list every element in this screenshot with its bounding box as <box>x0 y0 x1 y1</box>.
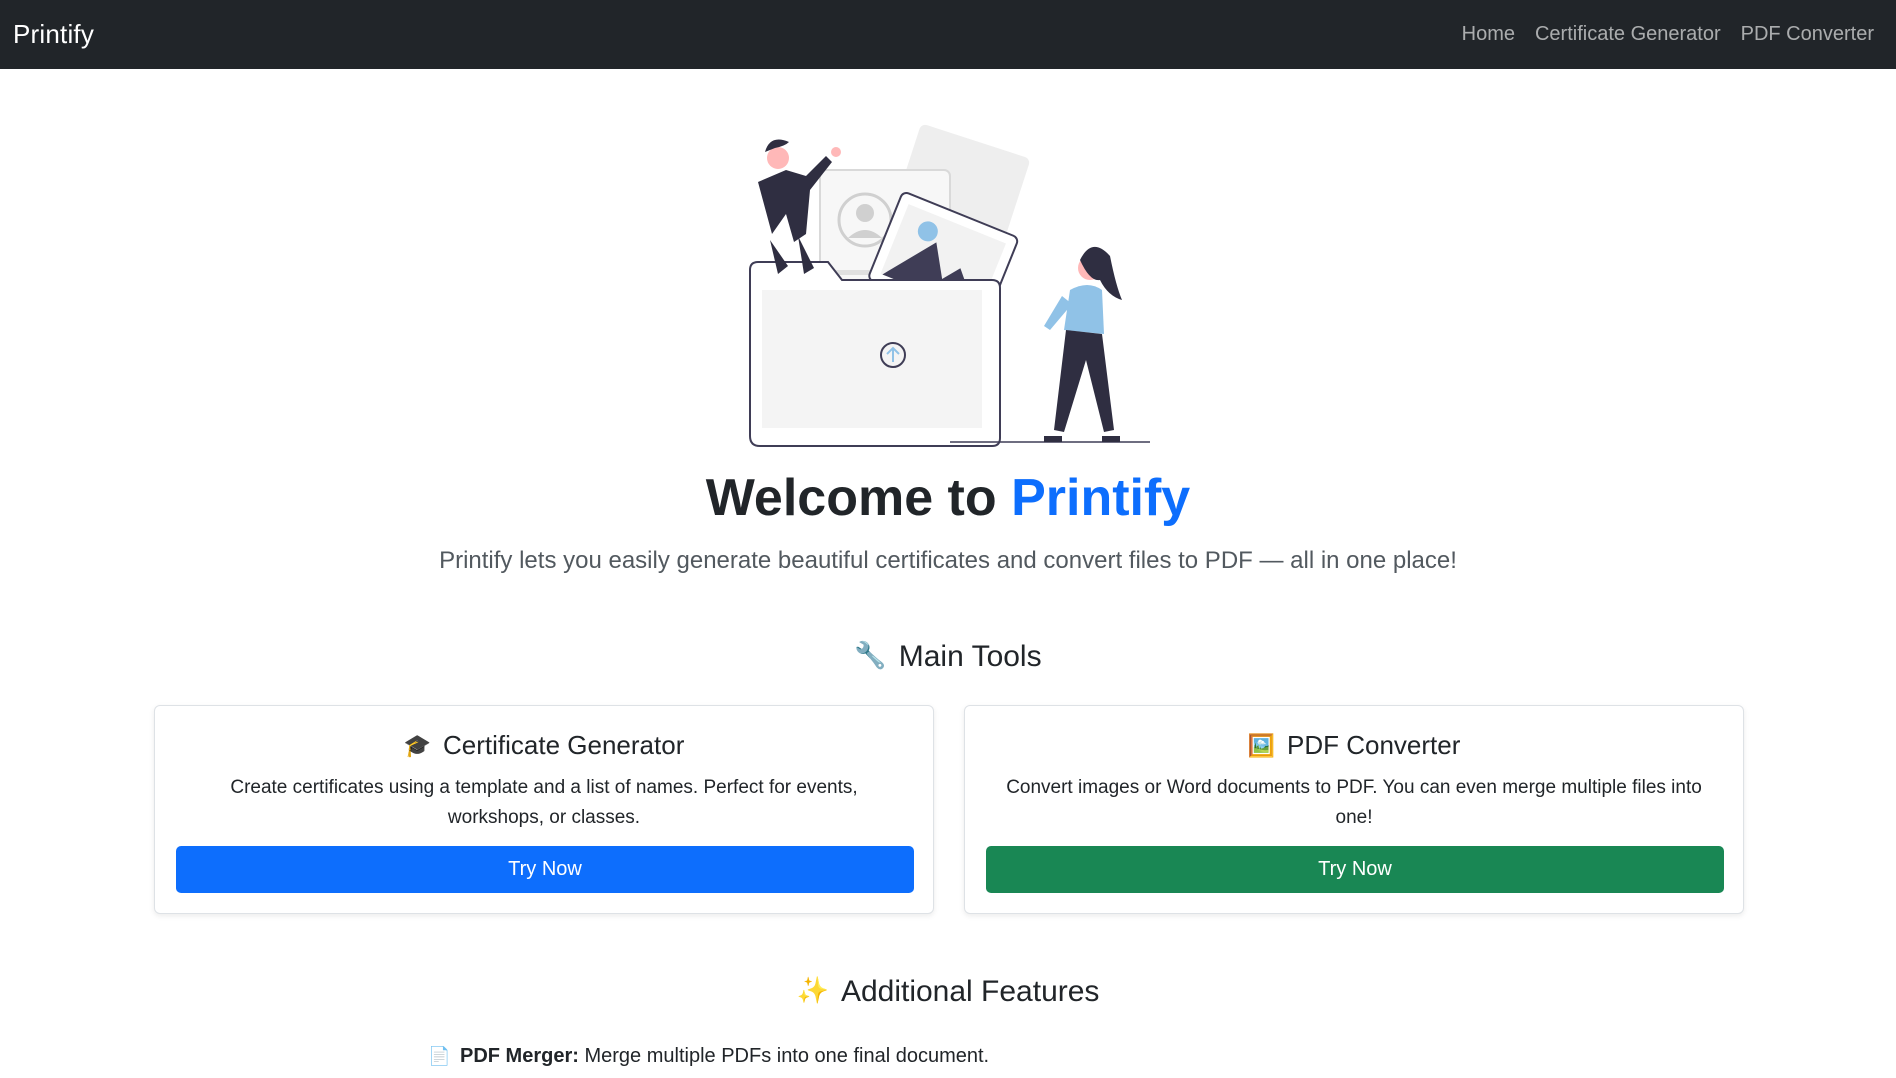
card-title: 🖼️ PDF Converter <box>985 730 1723 761</box>
nav-links: Home Certificate Generator PDF Converter <box>1462 23 1874 46</box>
card-title-label: Certificate Generator <box>443 730 685 760</box>
title-accent: Printify <box>1011 469 1191 527</box>
list-item: 📄 PDF Merger: Merge multiple PDFs into o… <box>428 1041 989 1071</box>
card-title-label: PDF Converter <box>1287 730 1461 760</box>
card-description: Convert images or Word documents to PDF.… <box>1006 777 1702 828</box>
main-tools-label: Main Tools <box>898 640 1042 673</box>
nav-link-pdf-converter[interactable]: PDF Converter <box>1741 23 1874 46</box>
card-title: 🎓 Certificate Generator <box>175 730 913 761</box>
feature-text: Merge multiple PDFs into one final docum… <box>584 1044 990 1067</box>
page-subtitle: Printify lets you easily generate beauti… <box>439 547 1457 574</box>
title-prefix: Welcome to <box>705 469 997 527</box>
sparkles-icon: ✨ <box>796 975 829 1005</box>
file-upload-illustration <box>749 124 1150 447</box>
main-tools-heading: 🔧 Main Tools <box>0 640 1896 674</box>
nav-link-home[interactable]: Home <box>1462 23 1515 46</box>
additional-features-heading: ✨ Additional Features <box>0 975 1896 1009</box>
navbar: Printify Home Certificate Generator PDF … <box>0 0 1896 69</box>
certificate-try-now-button[interactable]: Try Now <box>176 846 914 893</box>
pdf-converter-card: 🖼️ PDF Converter Convert images or Word … <box>964 705 1744 914</box>
nav-link-certificate-generator[interactable]: Certificate Generator <box>1535 23 1721 46</box>
certificate-generator-card: 🎓 Certificate Generator Create certifica… <box>154 705 934 914</box>
graduation-cap-icon: 🎓 <box>403 732 432 758</box>
page-icon: 📄 <box>428 1045 451 1066</box>
page-title: Welcome to Printify <box>0 468 1896 528</box>
framed-picture-icon: 🖼️ <box>1247 732 1275 758</box>
wrench-icon: 🔧 <box>854 640 887 670</box>
features-list: 📄 PDF Merger: Merge multiple PDFs into o… <box>428 1041 989 1071</box>
card-description: Create certificates using a template and… <box>230 777 858 828</box>
brand-logo-link[interactable]: Printify <box>13 19 94 50</box>
additional-features-label: Additional Features <box>840 975 1100 1008</box>
pdf-converter-try-now-button[interactable]: Try Now <box>986 846 1724 893</box>
feature-name: PDF Merger: <box>460 1044 579 1067</box>
